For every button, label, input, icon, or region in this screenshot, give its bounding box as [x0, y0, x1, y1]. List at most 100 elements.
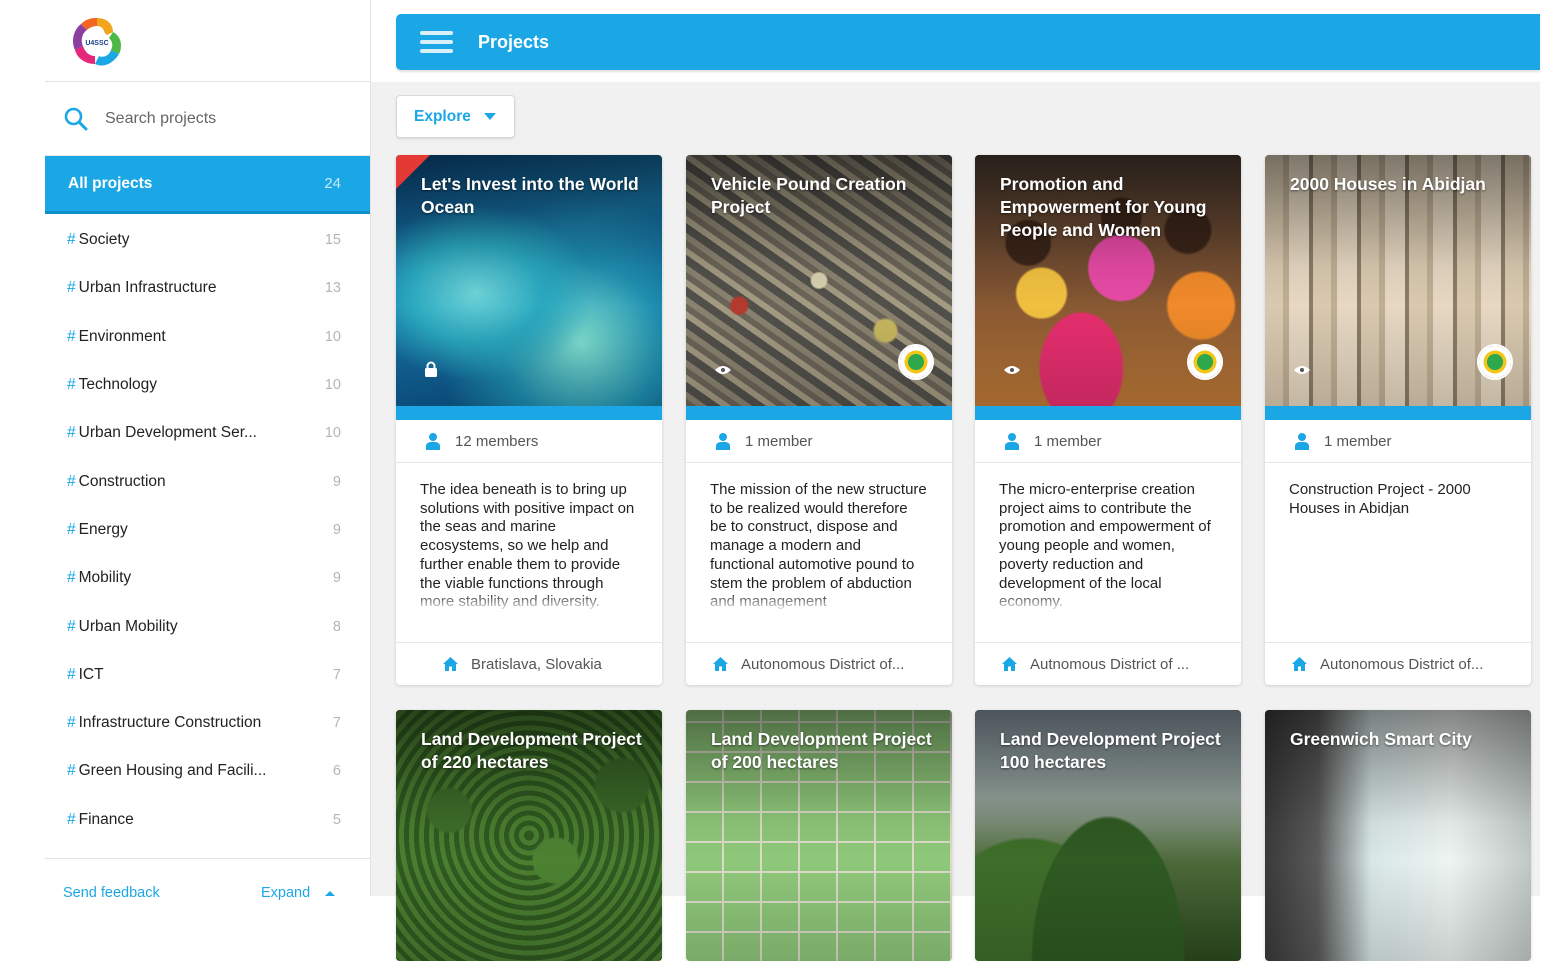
home-icon [443, 657, 458, 671]
all-projects-count: 24 [324, 175, 341, 192]
card-members: 1 member [686, 420, 952, 463]
members-count: 1 member [1324, 432, 1392, 450]
tag-item-urban-development[interactable]: # Urban Development Ser... 10 [45, 409, 370, 457]
card-strip [975, 406, 1241, 420]
tag-item-mobility[interactable]: # Mobility 9 [45, 554, 370, 602]
hash-icon: # [67, 327, 76, 345]
tag-label: Urban Development Ser... [78, 424, 257, 442]
members-count: 12 members [455, 432, 539, 450]
tag-count: 6 [332, 763, 341, 780]
project-card[interactable]: Promotion and Empowerment for Young Peop… [975, 155, 1241, 685]
expand-label: Expand [261, 885, 311, 901]
hash-icon: # [67, 424, 76, 442]
tag-label: Urban Mobility [78, 617, 178, 635]
project-card[interactable]: Vehicle Pound Creation Project 1 member … [686, 155, 952, 685]
hash-icon: # [67, 472, 76, 490]
tag-count: 9 [332, 570, 341, 587]
hash-icon: # [67, 617, 76, 635]
card-location: Autonomous District of... [1265, 643, 1531, 685]
sidebar-footer: Send feedback Expand [45, 858, 371, 901]
card-members: 1 member [975, 420, 1241, 463]
location-text: Autnomous District of ... [1030, 655, 1190, 673]
eye-icon [715, 366, 731, 374]
project-image: Land Development Project of 200 hectares [686, 710, 952, 961]
tag-item-ict[interactable]: # ICT 7 [45, 651, 370, 699]
card-description: Construction Project - 2000 Houses in Ab… [1265, 463, 1531, 643]
tag-label: Construction [78, 472, 166, 490]
tag-label: Urban Infrastructure [78, 279, 217, 297]
tag-item-society[interactable]: # Society 15 [45, 216, 370, 264]
tag-count: 9 [332, 473, 341, 490]
project-card[interactable]: Land Development Project of 220 hectares [396, 710, 662, 961]
project-image: Greenwich Smart City [1265, 710, 1531, 961]
main-content: Projects Explore Let's Invest into the W… [371, 0, 1540, 961]
location-text: Autonomous District of... [1320, 655, 1484, 673]
tag-count: 13 [324, 280, 341, 297]
tag-item-finance[interactable]: # Finance 5 [45, 796, 370, 844]
tag-item-infrastructure-construction[interactable]: # Infrastructure Construction 7 [45, 699, 370, 747]
project-image: 2000 Houses in Abidjan [1265, 155, 1531, 406]
card-description: The idea beneath is to bring up solution… [396, 463, 662, 643]
card-title: Land Development Project of 200 hectares [711, 729, 932, 772]
all-projects-item[interactable]: All projects 24 [45, 156, 370, 214]
tag-item-technology[interactable]: # Technology 10 [45, 361, 370, 409]
description-text: The mission of the new structure to be r… [710, 481, 927, 611]
tag-count: 10 [324, 377, 341, 394]
home-icon [713, 657, 728, 671]
all-projects-label: All projects [68, 174, 153, 192]
user-icon [1005, 433, 1019, 450]
hash-icon: # [67, 714, 76, 732]
project-card[interactable]: Let's Invest into the World Ocean 12 mem… [396, 155, 662, 685]
caret-down-icon [483, 112, 496, 120]
lock-icon [425, 361, 437, 377]
search-icon[interactable] [63, 106, 89, 132]
tag-item-urban-mobility[interactable]: # Urban Mobility 8 [45, 602, 370, 650]
user-icon [426, 433, 440, 450]
logo-area: U4SSC [45, 0, 370, 82]
project-card[interactable]: Land Development Project 100 hectares [975, 710, 1241, 961]
hash-icon: # [67, 376, 76, 394]
card-title: Greenwich Smart City [1290, 729, 1472, 749]
tag-label: Finance [78, 810, 134, 828]
user-icon [1295, 433, 1309, 450]
card-title: 2000 Houses in Abidjan [1290, 174, 1486, 194]
city-emblem [1477, 344, 1513, 380]
menu-icon[interactable] [420, 30, 453, 54]
tag-label: Infrastructure Construction [78, 714, 262, 732]
u4ssc-logo[interactable]: U4SSC [69, 14, 125, 70]
tag-label: Mobility [78, 569, 132, 587]
tag-item-green-housing[interactable]: # Green Housing and Facili... 6 [45, 747, 370, 795]
card-description: The micro-enterprise creation project ai… [975, 463, 1241, 643]
location-text: Autonomous District of... [741, 655, 905, 673]
project-card[interactable]: Greenwich Smart City [1265, 710, 1531, 961]
project-card[interactable]: 2000 Houses in Abidjan 1 member Construc… [1265, 155, 1531, 685]
card-members: 1 member [1265, 420, 1531, 463]
send-feedback-link[interactable]: Send feedback [63, 885, 160, 901]
card-strip [1265, 406, 1531, 420]
explore-dropdown[interactable]: Explore [396, 95, 515, 138]
tag-count: 15 [324, 232, 341, 249]
tag-count: 10 [324, 425, 341, 442]
hash-icon: # [67, 520, 76, 538]
tag-item-energy[interactable]: # Energy 9 [45, 506, 370, 554]
expand-button[interactable]: Expand [261, 885, 336, 901]
eye-icon [1004, 366, 1020, 374]
tag-item-urban-infrastructure[interactable]: # Urban Infrastructure 13 [45, 264, 370, 312]
tag-label: Green Housing and Facili... [78, 762, 267, 780]
eye-icon [1294, 366, 1310, 374]
tag-item-construction[interactable]: # Construction 9 [45, 457, 370, 505]
search-input[interactable] [105, 109, 325, 128]
tag-item-environment[interactable]: # Environment 10 [45, 313, 370, 361]
home-icon [1292, 657, 1307, 671]
sidebar: U4SSC All projects 24 #Society15 #Urban … [45, 0, 371, 901]
tag-count: 9 [332, 521, 341, 538]
card-title: Vehicle Pound Creation Project [711, 174, 907, 217]
tag-label: ICT [78, 665, 104, 683]
city-emblem [898, 344, 934, 380]
hash-icon: # [67, 665, 76, 683]
project-card[interactable]: Land Development Project of 200 hectares [686, 710, 952, 961]
search-bar [45, 82, 370, 156]
project-image: Vehicle Pound Creation Project [686, 155, 952, 406]
tag-count: 7 [332, 715, 341, 732]
explore-label: Explore [414, 107, 471, 125]
